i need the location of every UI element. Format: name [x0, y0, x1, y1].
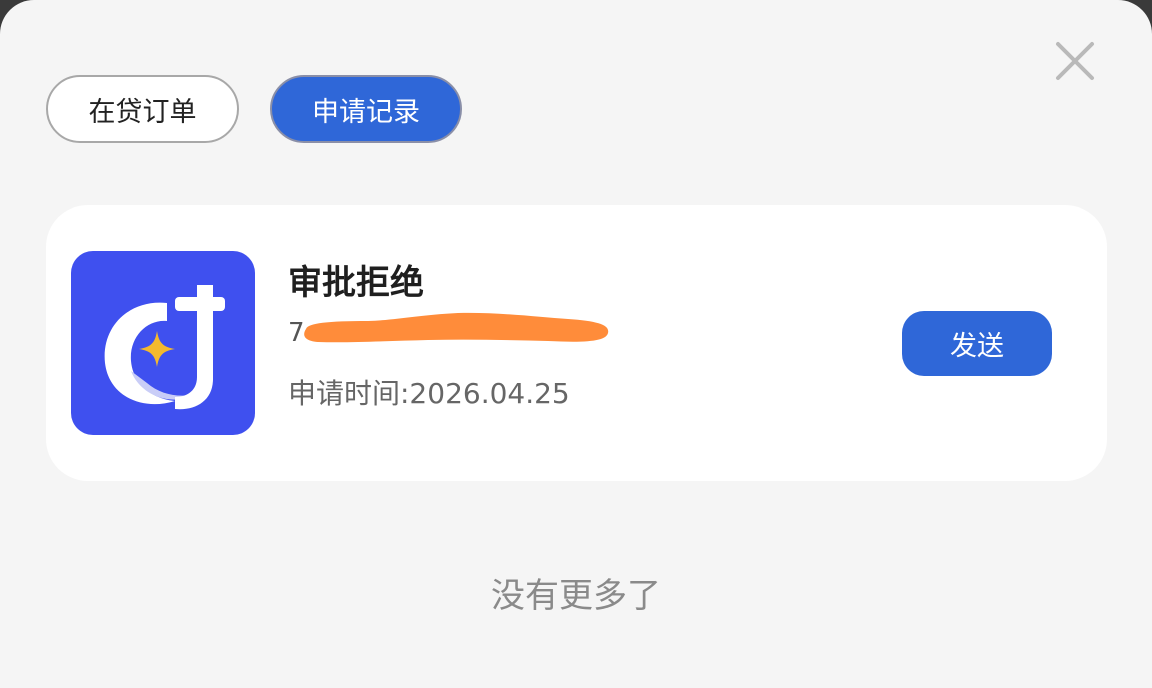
send-button-label: 发送	[950, 331, 1004, 362]
application-record-card: 审批拒绝 7 申请时间:2026.04.25 发送	[46, 205, 1107, 481]
no-more-text: 没有更多了	[491, 576, 661, 616]
send-button[interactable]: 发送	[902, 311, 1052, 376]
redaction-mark	[298, 309, 610, 347]
record-status: 审批拒绝	[288, 263, 424, 303]
tab-application-records[interactable]: 申请记录	[270, 75, 462, 143]
close-button[interactable]	[1050, 36, 1100, 86]
apply-time: 申请时间:2026.04.25	[288, 377, 570, 410]
app-logo-icon	[71, 251, 255, 435]
tab-in-loan-orders[interactable]: 在贷订单	[46, 75, 239, 143]
tab-in-loan-orders-label: 在贷订单	[88, 96, 197, 128]
application-records-sheet: 在贷订单 申请记录 审批拒绝 7 申请时间:2026.04.25 发送 没有更多…	[0, 0, 1152, 688]
tab-application-records-label: 申请记录	[312, 96, 420, 128]
close-icon	[1056, 42, 1094, 80]
